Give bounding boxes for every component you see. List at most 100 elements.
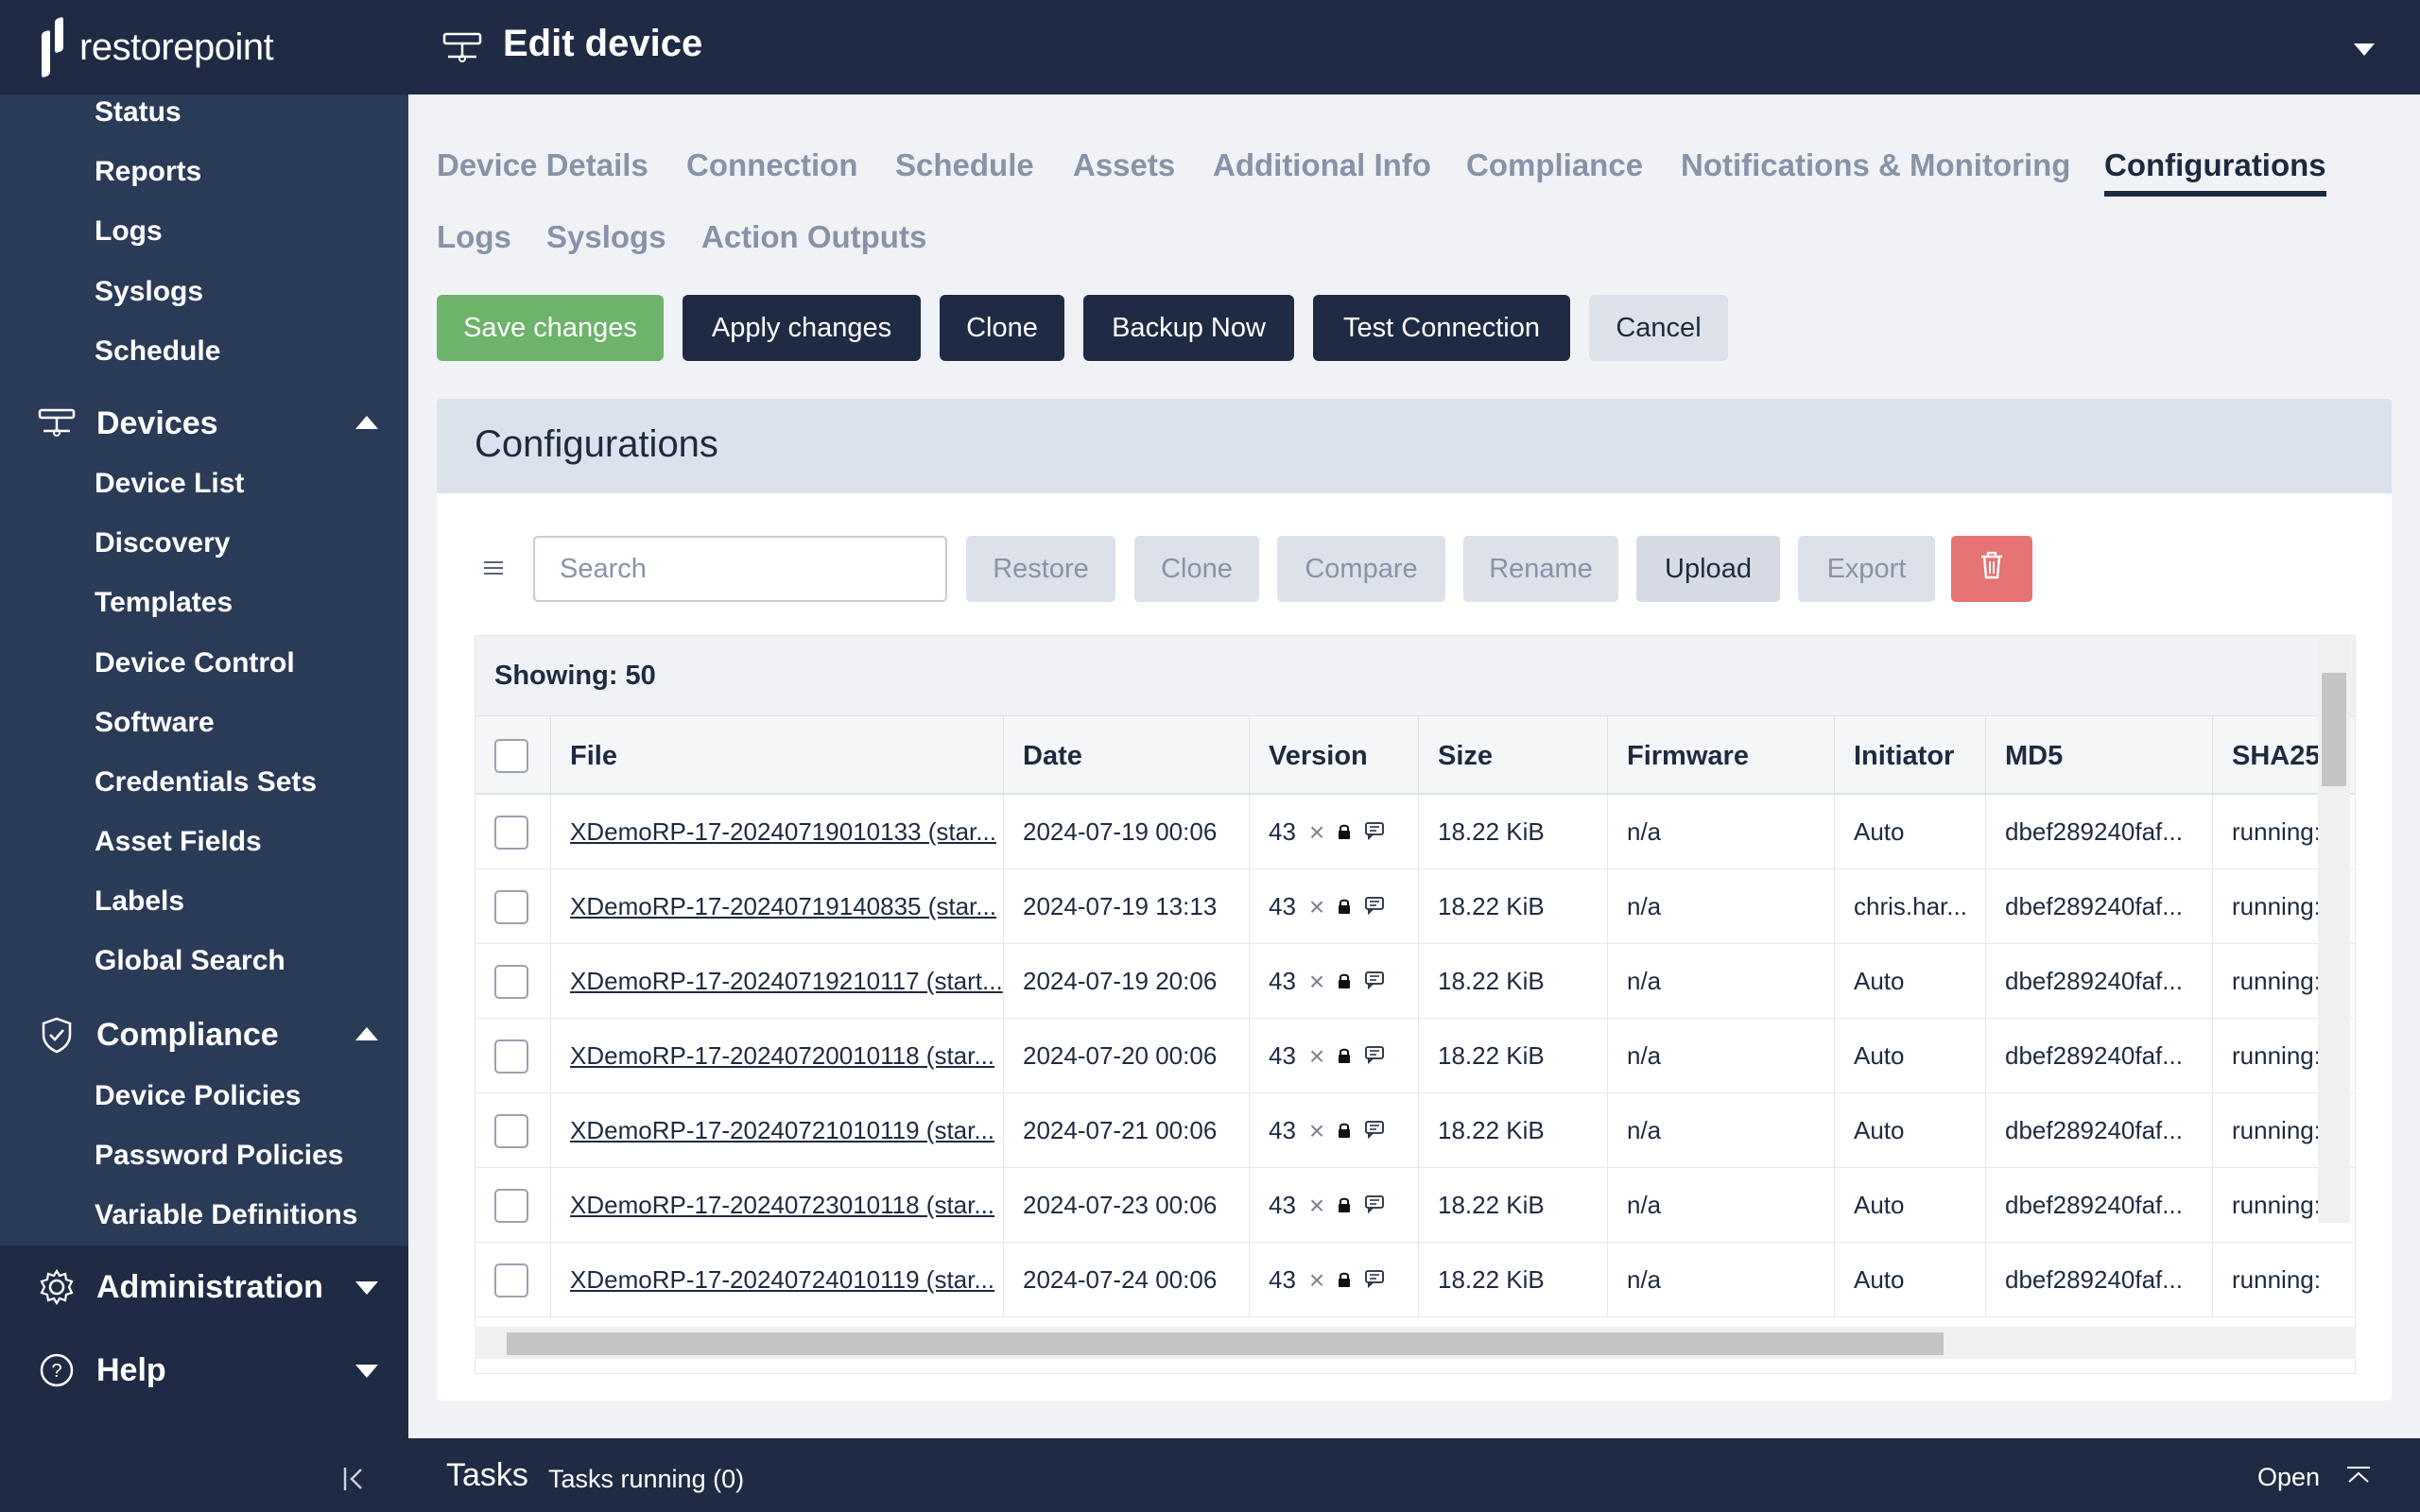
tab-syslogs[interactable]: Syslogs xyxy=(546,219,666,255)
export-button[interactable]: Export xyxy=(1798,536,1935,602)
sidebar-item-syslogs[interactable]: Syslogs xyxy=(95,276,203,308)
lock-icon[interactable] xyxy=(1338,1041,1351,1071)
row-checkbox[interactable] xyxy=(494,1188,528,1223)
sidebar-section-help[interactable]: ? Help xyxy=(0,1342,408,1399)
column-header-md5[interactable]: MD5 xyxy=(1986,716,2213,796)
tab-connection[interactable]: Connection xyxy=(686,147,857,183)
row-checkbox[interactable] xyxy=(494,1263,528,1297)
tasks-open-link[interactable]: Open xyxy=(2257,1463,2320,1492)
lock-icon[interactable] xyxy=(1338,1191,1351,1220)
apply-changes-button[interactable]: Apply changes xyxy=(683,295,921,361)
file-link[interactable]: XDemoRP-17-20240724010119 (star... xyxy=(570,1265,994,1295)
lock-icon[interactable] xyxy=(1338,1116,1351,1145)
sidebar-item-credentials-sets[interactable]: Credentials Sets xyxy=(95,766,317,799)
comment-icon[interactable] xyxy=(1364,967,1385,996)
file-link[interactable]: XDemoRP-17-20240719010133 (star... xyxy=(570,817,996,847)
lock-icon[interactable] xyxy=(1338,817,1351,847)
lock-icon[interactable] xyxy=(1338,892,1351,921)
collapse-sidebar-icon[interactable] xyxy=(342,1465,367,1493)
file-link[interactable]: XDemoRP-17-20240719140835 (star... xyxy=(570,892,996,921)
table-row[interactable]: XDemoRP-17-20240723010118 (star... 2024-0… xyxy=(475,1168,2355,1243)
tab-additional-info[interactable]: Additional Info xyxy=(1213,147,1431,183)
sidebar-item-device-policies[interactable]: Device Policies xyxy=(95,1080,301,1112)
sidebar-item-reports[interactable]: Reports xyxy=(95,156,201,188)
column-header-initiator[interactable]: Initiator xyxy=(1835,716,1986,796)
horizontal-scrollbar-thumb[interactable] xyxy=(507,1332,1944,1355)
vertical-scrollbar-thumb[interactable] xyxy=(2322,673,2346,786)
column-header-date[interactable]: Date xyxy=(1004,716,1250,796)
row-checkbox[interactable] xyxy=(494,1113,528,1148)
cancel-button[interactable]: Cancel xyxy=(1589,295,1728,361)
sidebar-section-devices[interactable]: Devices xyxy=(0,395,408,452)
column-header-size[interactable]: Size xyxy=(1419,716,1608,796)
column-menu-icon[interactable] xyxy=(482,558,505,583)
close-icon[interactable]: × xyxy=(1309,1192,1324,1219)
select-all-checkbox[interactable] xyxy=(494,739,528,773)
sidebar-item-password-policies[interactable]: Password Policies xyxy=(95,1140,343,1172)
sidebar-item-logs[interactable]: Logs xyxy=(95,215,163,248)
horizontal-scrollbar[interactable] xyxy=(475,1327,2356,1359)
close-icon[interactable]: × xyxy=(1309,1266,1324,1294)
file-link[interactable]: XDemoRP-17-20240723010118 (star... xyxy=(570,1191,994,1220)
close-icon[interactable]: × xyxy=(1309,1042,1324,1070)
tab-device-details[interactable]: Device Details xyxy=(437,147,648,183)
sidebar-section-administration[interactable]: Administration xyxy=(0,1259,408,1315)
sidebar-item-global-search[interactable]: Global Search xyxy=(95,945,285,977)
compare-button[interactable]: Compare xyxy=(1277,536,1445,602)
close-icon[interactable]: × xyxy=(1309,968,1324,995)
clone-config-button[interactable]: Clone xyxy=(1134,536,1259,602)
upload-button[interactable]: Upload xyxy=(1636,536,1780,602)
lock-icon[interactable] xyxy=(1338,967,1351,996)
table-row[interactable]: XDemoRP-17-20240719010133 (star... 2024-0… xyxy=(475,795,2355,869)
search-input[interactable] xyxy=(533,536,947,602)
sidebar-item-device-control[interactable]: Device Control xyxy=(95,647,295,679)
row-checkbox[interactable] xyxy=(494,889,528,924)
close-icon[interactable]: × xyxy=(1309,818,1324,846)
restore-button[interactable]: Restore xyxy=(966,536,1115,602)
table-row[interactable]: XDemoRP-17-20240719140835 (star... 2024-0… xyxy=(475,869,2355,944)
lock-icon[interactable] xyxy=(1338,1265,1351,1295)
table-row[interactable]: XDemoRP-17-20240719210117 (start... 2024-… xyxy=(475,944,2355,1019)
file-link[interactable]: XDemoRP-17-20240719210117 (start... xyxy=(570,967,1003,996)
close-icon[interactable]: × xyxy=(1309,1117,1324,1144)
sidebar-item-templates[interactable]: Templates xyxy=(95,587,233,619)
row-checkbox[interactable] xyxy=(494,964,528,999)
sidebar-item-discovery[interactable]: Discovery xyxy=(95,527,230,559)
rename-button[interactable]: Rename xyxy=(1463,536,1618,602)
column-header-firmware[interactable]: Firmware xyxy=(1608,716,1835,796)
table-row[interactable]: XDemoRP-17-20240724010119 (star... 2024-0… xyxy=(475,1243,2355,1317)
comment-icon[interactable] xyxy=(1364,817,1385,847)
tab-assets[interactable]: Assets xyxy=(1073,147,1175,183)
sidebar-item-labels[interactable]: Labels xyxy=(95,885,184,918)
test-connection-button[interactable]: Test Connection xyxy=(1313,295,1570,361)
sidebar-item-asset-fields[interactable]: Asset Fields xyxy=(95,826,262,858)
tab-action-outputs[interactable]: Action Outputs xyxy=(701,219,926,255)
sidebar-item-status[interactable]: Status xyxy=(95,96,182,129)
tab-schedule[interactable]: Schedule xyxy=(895,147,1034,183)
comment-icon[interactable] xyxy=(1364,1265,1385,1295)
user-menu-chevron-icon[interactable] xyxy=(2354,43,2375,56)
save-changes-button[interactable]: Save changes xyxy=(437,295,664,361)
sidebar-section-compliance[interactable]: Compliance xyxy=(0,1006,408,1063)
tab-logs[interactable]: Logs xyxy=(437,219,511,255)
tab-configurations[interactable]: Configurations xyxy=(2104,147,2326,197)
file-link[interactable]: XDemoRP-17-20240721010119 (star... xyxy=(570,1116,994,1145)
close-icon[interactable]: × xyxy=(1309,893,1324,920)
clone-device-button[interactable]: Clone xyxy=(940,295,1064,361)
tab-notifications-monitoring[interactable]: Notifications & Monitoring xyxy=(1681,147,2070,183)
expand-up-icon[interactable] xyxy=(2344,1465,2373,1486)
backup-now-button[interactable]: Backup Now xyxy=(1083,295,1294,361)
vertical-scrollbar[interactable] xyxy=(2318,637,2350,1223)
sidebar-item-device-list[interactable]: Device List xyxy=(95,468,244,500)
column-header-version[interactable]: Version xyxy=(1250,716,1419,796)
comment-icon[interactable] xyxy=(1364,1041,1385,1071)
table-row[interactable]: XDemoRP-17-20240721010119 (star... 2024-0… xyxy=(475,1093,2355,1168)
comment-icon[interactable] xyxy=(1364,1116,1385,1145)
sidebar-item-variable-definitions[interactable]: Variable Definitions xyxy=(95,1199,357,1231)
table-row[interactable]: XDemoRP-17-20240720010118 (star... 2024-0… xyxy=(475,1019,2355,1093)
column-header-file[interactable]: File xyxy=(551,716,1004,796)
delete-button[interactable] xyxy=(1951,536,2032,602)
tab-compliance[interactable]: Compliance xyxy=(1466,147,1643,183)
sidebar-item-schedule[interactable]: Schedule xyxy=(95,335,220,368)
file-link[interactable]: XDemoRP-17-20240720010118 (star... xyxy=(570,1041,994,1071)
